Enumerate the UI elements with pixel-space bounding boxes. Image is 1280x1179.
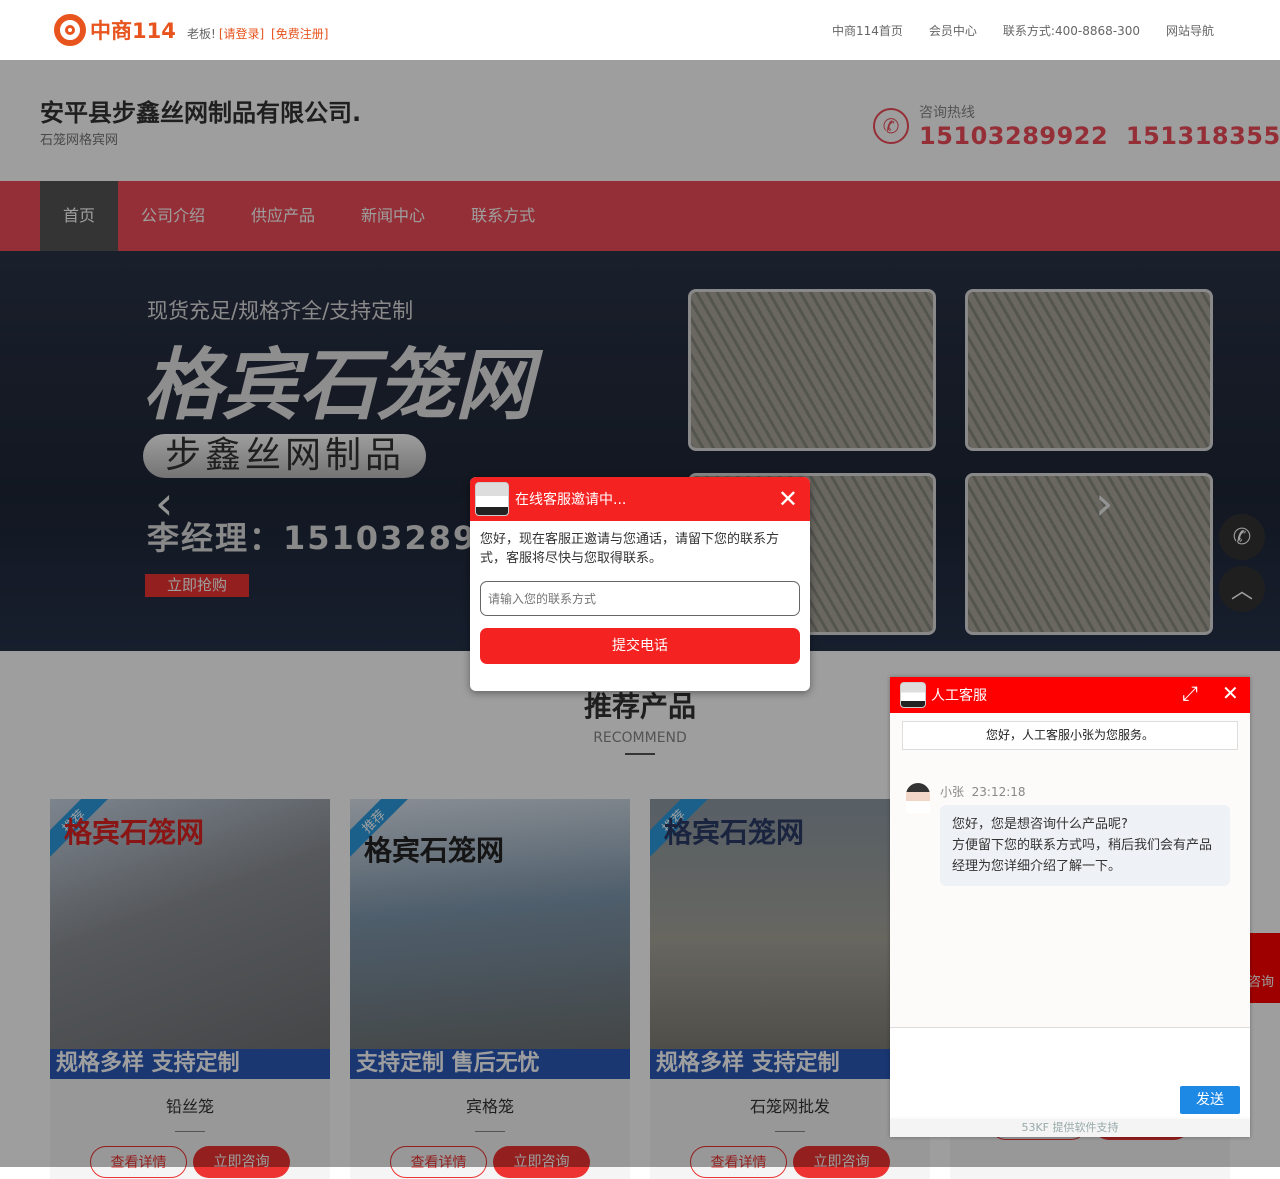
close-icon[interactable]: ✕ bbox=[1222, 681, 1239, 705]
agent-avatar bbox=[906, 783, 930, 813]
chat-window: 人工客服 ⤢ ✕ 您好，人工客服小张为您服务。 小张 23:12:18 您好，您… bbox=[890, 677, 1250, 1137]
expand-icon[interactable]: ⤢ bbox=[1182, 681, 1198, 705]
chat-footer: 53KF 提供软件支持 bbox=[890, 1119, 1250, 1137]
register-link[interactable]: [免费注册] bbox=[271, 27, 328, 41]
top-bar: 中商114 老板! [请登录] [免费注册] 中商114首页 会员中心 联系方式:… bbox=[0, 0, 1280, 60]
message-line: 您好，您是想咨询什么产品呢? bbox=[952, 817, 1128, 832]
submit-phone-button[interactable]: 提交电话 bbox=[480, 628, 800, 664]
message-line: 方便留下您的联系方式吗，稍后我们会有产品经理为您详细介绍了解一下。 bbox=[952, 838, 1213, 874]
site-logo[interactable]: 中商114 bbox=[54, 14, 176, 46]
top-link-contact[interactable]: 联系方式:400-8868-300 bbox=[1003, 22, 1140, 39]
chat-title: 人工客服 bbox=[931, 688, 987, 704]
send-button[interactable]: 发送 bbox=[1180, 1086, 1240, 1114]
logo-text: 中商114 bbox=[90, 19, 176, 43]
invite-title: 在线客服邀请中... bbox=[515, 492, 627, 508]
agent-name: 小张 bbox=[940, 785, 965, 799]
invite-dialog: 在线客服邀请中... ✕ 您好，现在客服正邀请与您通话，请留下您的联系方式，客服… bbox=[470, 477, 810, 691]
close-icon[interactable]: ✕ bbox=[778, 485, 798, 513]
login-link[interactable]: [请登录] bbox=[219, 27, 264, 41]
chat-notice: 您好，人工客服小张为您服务。 bbox=[902, 721, 1238, 750]
agent-avatar bbox=[900, 682, 926, 708]
message-time: 23:12:18 bbox=[971, 785, 1026, 799]
greeting: 老板! bbox=[187, 27, 216, 41]
top-link-sitemap[interactable]: 网站导航 bbox=[1166, 22, 1214, 39]
contact-input[interactable] bbox=[480, 581, 800, 616]
invite-message: 您好，现在客服正邀请与您通话，请留下您的联系方式，客服将尽快与您取得联系。 bbox=[480, 532, 780, 566]
logo-icon bbox=[54, 14, 86, 46]
agent-avatar bbox=[475, 482, 509, 516]
top-link-member[interactable]: 会员中心 bbox=[929, 22, 977, 39]
top-link-home[interactable]: 中商114首页 bbox=[832, 22, 903, 39]
chat-message: 您好，您是想咨询什么产品呢? 方便留下您的联系方式吗，稍后我们会有产品经理为您详细… bbox=[940, 805, 1230, 886]
